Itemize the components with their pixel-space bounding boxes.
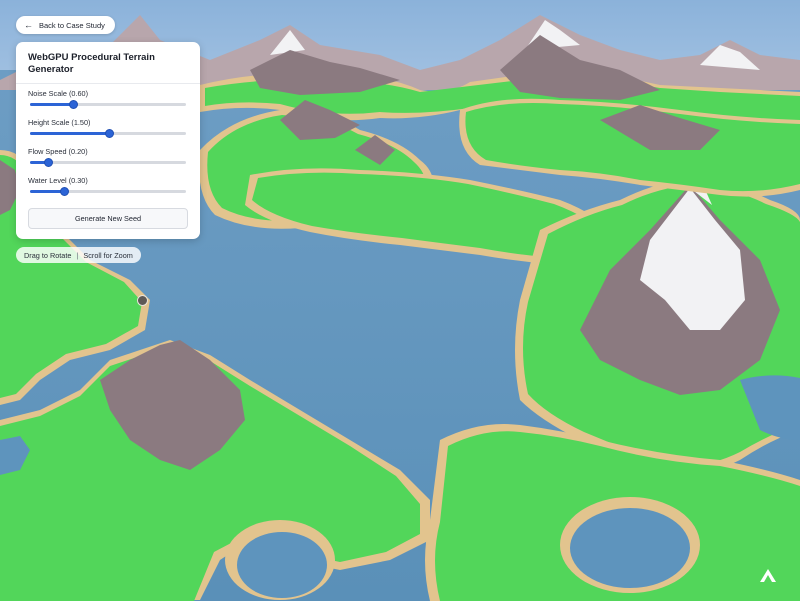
slider-fill xyxy=(30,103,74,106)
water-level-control: Water Level (0.30) xyxy=(28,171,188,200)
slider-thumb[interactable] xyxy=(59,187,69,196)
height-scale-label: Height Scale (1.50) xyxy=(28,118,91,127)
noise-scale-control: Noise Scale (0.60) xyxy=(28,84,188,113)
height-scale-control: Height Scale (1.50) xyxy=(28,113,188,142)
flow-speed-control: Flow Speed (0.20) xyxy=(28,142,188,171)
noise-scale-label: Noise Scale (0.60) xyxy=(28,89,89,98)
height-scale-slider[interactable] xyxy=(30,129,186,138)
flow-speed-slider[interactable] xyxy=(30,158,186,167)
hint-separator: | xyxy=(76,250,79,260)
generate-new-seed-button[interactable]: Generate New Seed xyxy=(28,208,188,229)
panel-title: WebGPU Procedural Terrain Generator xyxy=(28,52,155,75)
controls-panel: WebGPU Procedural Terrain Generator Nois… xyxy=(16,42,200,239)
hint-zoom: Scroll for Zoom xyxy=(83,250,133,260)
slider-thumb[interactable] xyxy=(69,100,79,109)
hint-rotate: Drag to Rotate xyxy=(24,250,72,260)
logo-icon xyxy=(760,569,776,582)
water-level-slider[interactable] xyxy=(30,187,186,196)
flow-speed-label: Flow Speed (0.20) xyxy=(28,147,88,156)
back-to-case-study-button[interactable]: ← Back to Case Study xyxy=(16,16,115,34)
back-button-label: Back to Case Study xyxy=(39,20,105,30)
arrow-left-icon: ← xyxy=(24,19,33,30)
terrain-marker[interactable] xyxy=(137,295,148,306)
controls-hint: Drag to Rotate | Scroll for Zoom xyxy=(16,247,141,263)
slider-thumb[interactable] xyxy=(44,158,54,167)
slider-thumb[interactable] xyxy=(105,129,115,138)
noise-scale-slider[interactable] xyxy=(30,100,186,109)
slider-fill xyxy=(30,132,110,135)
water-level-label: Water Level (0.30) xyxy=(28,176,88,185)
